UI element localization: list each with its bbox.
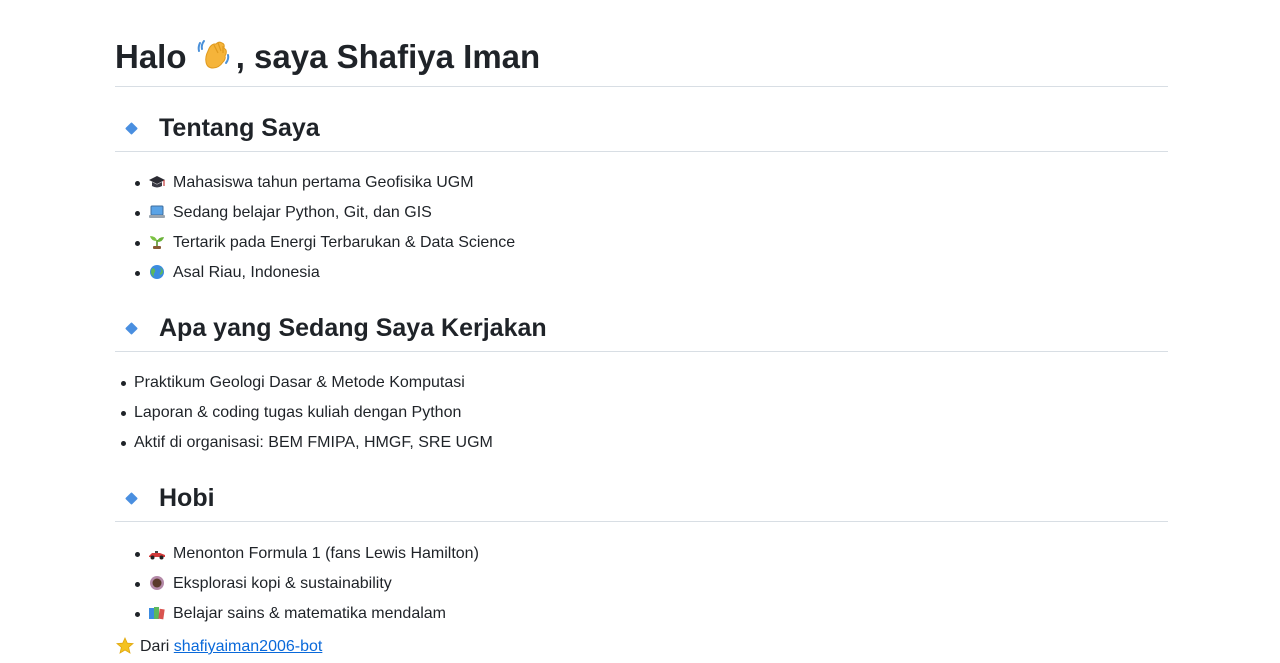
list-item: Belajar sains & matematika mendalam: [115, 599, 1168, 629]
list-item: Aktif di organisasi: BEM FMIPA, HMGF, SR…: [101, 428, 1168, 458]
list-item: Tertarik pada Energi Terbarukan & Data S…: [115, 228, 1168, 258]
list-item: Menonton Formula 1 (fans Lewis Hamilton): [115, 539, 1168, 569]
readme-content: Halo , saya Shafiya Iman Tentang Saya Ma…: [115, 0, 1168, 629]
readme-page: Halo , saya Shafiya Iman Tentang Saya Ma…: [0, 0, 1280, 663]
hobby-list: Menonton Formula 1 (fans Lewis Hamilton)…: [115, 522, 1168, 629]
footer-credit: Dari shafiyaiman2006-bot: [116, 634, 322, 660]
section-heading-row: Tentang Saya: [115, 105, 1168, 152]
list-item-text: Aktif di organisasi: BEM FMIPA, HMGF, SR…: [134, 434, 493, 451]
graduation-cap-icon: [149, 176, 165, 188]
list-item: Asal Riau, Indonesia: [115, 258, 1168, 288]
racing-car-icon: [149, 551, 165, 560]
list-item: Praktikum Geologi Dasar & Metode Komputa…: [101, 368, 1168, 398]
title-before: Halo: [115, 38, 196, 75]
globe-icon: [150, 265, 164, 279]
section-hobi: Hobi Menonton Formula 1 (fans Lewis Hami…: [115, 475, 1168, 629]
list-item: Sedang belajar Python, Git, dan GIS: [115, 198, 1168, 228]
blue-diamond-icon: [125, 121, 138, 135]
profile-link[interactable]: shafiyaiman2006-bot: [174, 638, 323, 655]
list-item-text: Praktikum Geologi Dasar & Metode Komputa…: [134, 374, 465, 391]
list-item-text: Laporan & coding tugas kuliah dengan Pyt…: [134, 404, 462, 421]
blue-diamond-icon: [125, 491, 138, 505]
footer-prefix: Dari: [140, 638, 170, 655]
coffee-icon: [150, 576, 164, 590]
list-item: Laporan & coding tugas kuliah dengan Pyt…: [101, 398, 1168, 428]
title-after: , saya Shafiya Iman: [235, 38, 541, 75]
seedling-icon: [150, 236, 164, 249]
section-apa-yang-sedang-saya-kerjakan: Apa yang Sedang Saya Kerjakan Praktikum …: [115, 305, 1168, 458]
blue-diamond-icon: [125, 321, 138, 335]
list-item-text: Eksplorasi kopi & sustainability: [173, 575, 392, 592]
laptop-icon: [149, 205, 165, 218]
about-list: Mahasiswa tahun pertama Geofisika UGM Se…: [115, 152, 1168, 288]
section-heading: Tentang Saya: [159, 114, 320, 142]
books-icon: [149, 607, 165, 620]
section-heading-row: Apa yang Sedang Saya Kerjakan: [115, 305, 1168, 352]
section-tentang-saya: Tentang Saya Mahasiswa tahun pertama Geo…: [115, 105, 1168, 288]
section-heading: Hobi: [159, 484, 215, 512]
list-item: Mahasiswa tahun pertama Geofisika UGM: [115, 168, 1168, 198]
list-item-text: Tertarik pada Energi Terbarukan & Data S…: [173, 234, 516, 251]
list-item-text: Belajar sains & matematika mendalam: [173, 605, 447, 622]
section-heading: Apa yang Sedang Saya Kerjakan: [159, 314, 547, 342]
waving-hand-icon: [197, 40, 229, 69]
work-list: Praktikum Geologi Dasar & Metode Komputa…: [101, 352, 1168, 458]
section-heading-row: Hobi: [115, 475, 1168, 522]
list-item: Eksplorasi kopi & sustainability: [115, 569, 1168, 599]
list-item-text: Mahasiswa tahun pertama Geofisika UGM: [173, 174, 474, 191]
list-item-text: Menonton Formula 1 (fans Lewis Hamilton): [173, 545, 479, 562]
list-item-text: Sedang belajar Python, Git, dan GIS: [173, 204, 432, 221]
page-title: Halo , saya Shafiya Iman: [115, 0, 1168, 87]
list-item-text: Asal Riau, Indonesia: [173, 264, 320, 281]
star-icon: [116, 637, 134, 654]
